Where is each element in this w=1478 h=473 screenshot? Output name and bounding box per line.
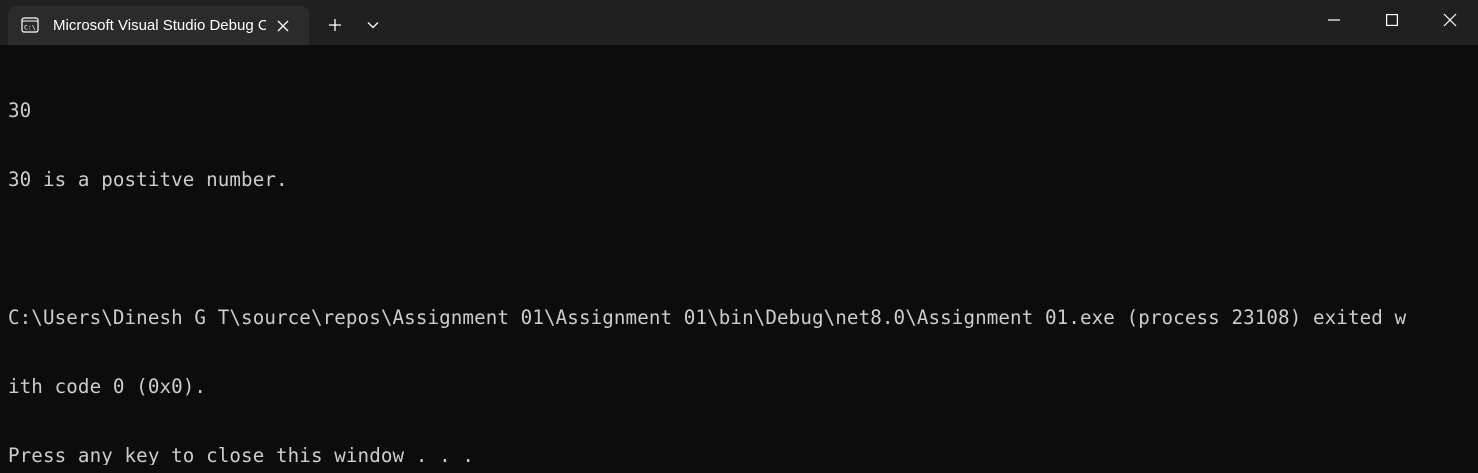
- console-output[interactable]: 30 30 is a postitve number. C:\Users\Din…: [8, 53, 1470, 465]
- new-tab-button[interactable]: [320, 11, 350, 39]
- maximize-icon: [1386, 14, 1398, 26]
- tab-title: Microsoft Visual Studio Debug Console: [53, 17, 266, 34]
- svg-text:C:\: C:\: [24, 24, 36, 32]
- console-line: 30: [8, 99, 32, 122]
- tab-debug-console[interactable]: C:\ Microsoft Visual Studio Debug Consol…: [8, 6, 309, 45]
- tab-dropdown-button[interactable]: [358, 11, 388, 39]
- console-line: C:\Users\Dinesh G T\source\repos\Assignm…: [8, 306, 1407, 329]
- close-tab-icon[interactable]: [272, 15, 294, 37]
- close-icon: [1443, 13, 1457, 27]
- console-line: Press any key to close this window . . .: [8, 444, 475, 465]
- plus-icon: [329, 19, 341, 31]
- minimize-icon: [1328, 19, 1340, 21]
- title-bar[interactable]: C:\ Microsoft Visual Studio Debug Consol…: [0, 0, 1478, 45]
- console-line: 30 is a postitve number.: [8, 168, 288, 191]
- terminal-window: C:\ Microsoft Visual Studio Debug Consol…: [0, 0, 1478, 473]
- terminal-icon: C:\: [21, 16, 39, 34]
- maximize-button[interactable]: [1363, 0, 1421, 40]
- close-window-button[interactable]: [1421, 0, 1478, 40]
- chevron-down-icon: [367, 22, 379, 29]
- minimize-button[interactable]: [1305, 0, 1363, 40]
- console-line: ith code 0 (0x0).: [8, 375, 207, 398]
